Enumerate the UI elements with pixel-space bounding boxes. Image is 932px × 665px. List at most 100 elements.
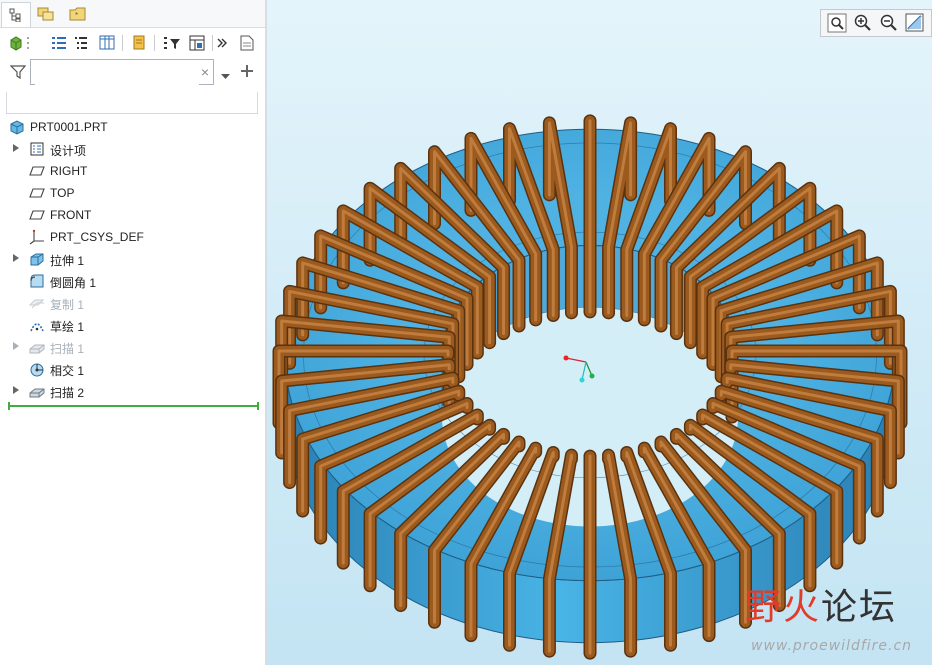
- tree-toolbar: [0, 29, 265, 57]
- refit-button[interactable]: [827, 13, 847, 33]
- tree-item[interactable]: 拉伸 1: [0, 248, 265, 270]
- layer-list-icon: [75, 37, 87, 49]
- tree-filters-button[interactable]: [161, 32, 183, 54]
- add-icon[interactable]: [240, 64, 254, 81]
- tree-root[interactable]: PRT0001.PRT: [0, 116, 265, 138]
- search-box: ×: [30, 59, 214, 85]
- expand-arrow-icon[interactable]: [13, 386, 19, 394]
- watermark-title: 野火论坛: [745, 587, 898, 628]
- model-tree: PRT0001.PRT 设计项 RIGHT TOP FRONT PRT_CSYS_DEF…: [0, 116, 265, 402]
- tree-item[interactable]: RIGHT: [0, 160, 265, 182]
- toolbar-separator: [154, 35, 155, 51]
- search-results-bar: [6, 92, 258, 114]
- repaint-icon: [905, 13, 924, 32]
- tree-item[interactable]: 扫描 1: [0, 336, 265, 358]
- document-icon: [240, 35, 254, 51]
- toolbar-separator: [212, 35, 213, 51]
- extrude-icon: [30, 253, 44, 266]
- navigator-tabs: *: [0, 0, 265, 28]
- insert-here-marker[interactable]: [8, 402, 259, 410]
- tree-item-label: 扫描 2: [50, 386, 85, 400]
- model-geometry: [563, 355, 569, 361]
- show-tree-button[interactable]: [48, 32, 70, 54]
- search-input[interactable]: [35, 61, 199, 85]
- sheet-icon: [189, 35, 205, 51]
- refit-icon: [827, 13, 847, 33]
- favorites-folder-icon: *: [69, 7, 86, 21]
- model-geometry: [579, 377, 585, 383]
- svg-text:*: *: [75, 11, 78, 20]
- round-icon: [30, 274, 44, 288]
- funnel-list-icon: [164, 37, 180, 49]
- sweep-icon: [29, 344, 45, 354]
- tree-item-label: 扫描 1: [50, 342, 85, 356]
- overflow-button[interactable]: [215, 32, 229, 54]
- zoom-in-button[interactable]: [853, 13, 873, 33]
- datum-plane-icon: [29, 188, 45, 198]
- zoom-out-icon: [880, 14, 897, 31]
- intersect-icon: [30, 363, 44, 377]
- copy-icon: [29, 299, 45, 309]
- tree-filter-button[interactable]: [70, 32, 92, 54]
- tree-item-label: 拉伸 1: [50, 254, 85, 268]
- expand-arrow-icon[interactable]: [13, 254, 19, 262]
- tree-item[interactable]: PRT_CSYS_DEF: [0, 226, 265, 248]
- folder-browser-icon: [37, 7, 54, 21]
- tree-item[interactable]: 复制 1: [0, 292, 265, 314]
- tree-item-label: 相交 1: [50, 364, 85, 378]
- repaint-button[interactable]: [905, 13, 925, 33]
- watermark-url: www.proewildfire.cn: [751, 638, 913, 654]
- settings-button[interactable]: [128, 32, 150, 54]
- tree-item[interactable]: 扫描 2: [0, 380, 265, 402]
- datum-plane-icon: [29, 210, 45, 220]
- expand-arrow-icon[interactable]: [13, 144, 19, 152]
- model-tree-panel: * × PRT0001.PRT 设计项 RIGHT TOP FRONT PRT_…: [0, 0, 265, 665]
- table-columns-icon: [99, 35, 115, 50]
- chevron-double-right-icon: [217, 38, 227, 48]
- tree-item-label: 复制 1: [50, 298, 85, 312]
- expand-arrow-icon[interactable]: [13, 342, 19, 350]
- forum-watermark: 野火论坛 www.proewildfire.cn: [745, 578, 932, 663]
- list-tree-icon: [52, 37, 66, 49]
- tree-columns-button[interactable]: [186, 32, 208, 54]
- tree-item[interactable]: TOP: [0, 182, 265, 204]
- tree-item-label: 设计项: [50, 144, 87, 158]
- toroid-model[interactable]: [267, 0, 932, 665]
- tree-item-label: TOP: [50, 186, 75, 200]
- toolbar-separator: [122, 35, 123, 51]
- tab-folder-browser[interactable]: [32, 2, 60, 26]
- page-settings-icon: [133, 35, 145, 50]
- tree-item[interactable]: 设计项: [0, 138, 265, 160]
- search-row: ×: [0, 58, 265, 88]
- columns-button[interactable]: [96, 32, 118, 54]
- tree-item-label: PRT_CSYS_DEF: [50, 230, 144, 244]
- view-toolbar: [820, 9, 932, 37]
- graphics-window[interactable]: 野火论坛 www.proewildfire.cn: [267, 0, 932, 665]
- search-dropdown-icon[interactable]: [221, 69, 231, 83]
- grip-icon: [24, 32, 32, 54]
- tree-root-label: PRT0001.PRT: [30, 120, 108, 134]
- tree-item-label: 草绘 1: [50, 320, 85, 334]
- datum-plane-icon: [29, 166, 45, 176]
- tree-item-label: FRONT: [50, 208, 92, 222]
- tab-favorites[interactable]: *: [64, 2, 92, 26]
- filter-icon[interactable]: [9, 64, 27, 83]
- tree-item[interactable]: FRONT: [0, 204, 265, 226]
- part-icon: [10, 120, 24, 135]
- zoom-in-icon: [854, 14, 871, 31]
- sweep-icon: [29, 388, 45, 398]
- csys-icon: [29, 229, 44, 245]
- tree-item[interactable]: 倒圆角 1: [0, 270, 265, 292]
- tree-view-icon: [9, 8, 21, 22]
- details-button[interactable]: [236, 32, 258, 54]
- cube-icon: [10, 36, 22, 51]
- model-geometry: [589, 373, 595, 379]
- zoom-out-button[interactable]: [879, 13, 899, 33]
- clear-search-icon[interactable]: ×: [201, 64, 209, 80]
- tree-item[interactable]: 草绘 1: [0, 314, 265, 336]
- tree-item[interactable]: 相交 1: [0, 358, 265, 380]
- layers-icon: [30, 142, 44, 156]
- tree-item-label: 倒圆角 1: [50, 276, 97, 290]
- tree-item-label: RIGHT: [50, 164, 88, 178]
- tab-model-tree[interactable]: [1, 2, 31, 27]
